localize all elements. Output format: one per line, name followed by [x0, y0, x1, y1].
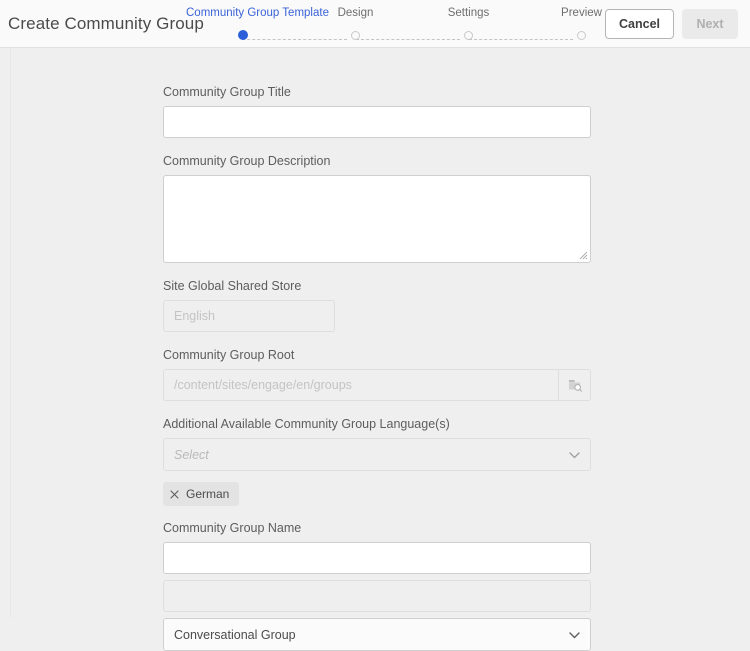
remove-chip-icon[interactable]	[170, 489, 179, 499]
step-dot	[351, 30, 360, 40]
step-dot	[464, 30, 473, 40]
community-group-title-input[interactable]	[163, 106, 591, 138]
step-dot-active	[237, 30, 248, 40]
folder-search-icon	[568, 379, 582, 392]
site-global-shared-store-input	[163, 300, 335, 332]
stepper-connector-3	[469, 39, 573, 40]
field-group-type: Conversational Group	[163, 618, 591, 651]
header-actions: Cancel Next	[605, 9, 738, 39]
step-design[interactable]: Design	[299, 6, 412, 43]
group-type-select[interactable]: Conversational Group	[163, 618, 591, 651]
label-community-group-root: Community Group Root	[163, 348, 295, 362]
app-header: Create Community Group Community Group T…	[0, 0, 750, 48]
group-type-select-value: Conversational Group	[163, 618, 591, 651]
additional-languages-select-value: Select	[163, 438, 591, 471]
browse-folder-button[interactable]	[558, 369, 591, 401]
step-label: Community Group Template	[186, 7, 329, 19]
left-rail	[0, 48, 11, 618]
form-content-area: Community Group Title Community Group De…	[0, 48, 750, 651]
label-community-group-name: Community Group Name	[163, 521, 302, 535]
step-dot-wrap	[412, 27, 525, 43]
community-group-description-textarea[interactable]	[163, 175, 591, 263]
step-dot-wrap	[186, 27, 299, 43]
language-chip-german[interactable]: German	[163, 482, 240, 506]
field-site-global-shared-store: Site Global Shared Store	[163, 278, 591, 332]
field-community-group-title: Community Group Title	[163, 84, 591, 138]
step-dot-wrap	[299, 27, 412, 43]
create-community-group-form: Community Group Title Community Group De…	[163, 84, 591, 651]
page-title: Create Community Group	[8, 14, 204, 33]
textarea-wrapper	[163, 175, 591, 263]
label-community-group-description: Community Group Description	[163, 154, 331, 168]
community-group-root-picker	[163, 369, 591, 401]
secondary-name-input	[163, 580, 591, 612]
community-group-name-input[interactable]	[163, 542, 591, 574]
step-dot	[577, 30, 586, 40]
step-label: Design	[337, 7, 374, 19]
stepper-connector-1	[242, 39, 347, 40]
field-secondary-name	[163, 580, 591, 612]
additional-languages-select[interactable]: Select	[163, 438, 591, 471]
label-additional-languages: Additional Available Community Group Lan…	[163, 417, 450, 431]
language-chip-list: German	[163, 482, 591, 506]
step-settings[interactable]: Settings	[412, 6, 525, 43]
language-chip-label: German	[186, 487, 230, 501]
field-community-group-name: Community Group Name	[163, 520, 591, 574]
step-label: Settings	[447, 7, 490, 19]
label-community-group-title: Community Group Title	[163, 85, 291, 99]
field-community-group-description: Community Group Description	[163, 153, 591, 263]
stepper-connector-2	[356, 39, 460, 40]
label-site-global-shared-store: Site Global Shared Store	[163, 279, 302, 293]
step-community-group-template[interactable]: Community Group Template	[186, 6, 329, 43]
wizard-stepper: Community Group Template Design Settings…	[186, 6, 602, 46]
cancel-button[interactable]: Cancel	[605, 9, 674, 39]
field-additional-languages: Additional Available Community Group Lan…	[163, 416, 591, 506]
next-button: Next	[682, 9, 738, 39]
field-community-group-root: Community Group Root	[163, 347, 591, 401]
community-group-root-input	[163, 369, 591, 401]
